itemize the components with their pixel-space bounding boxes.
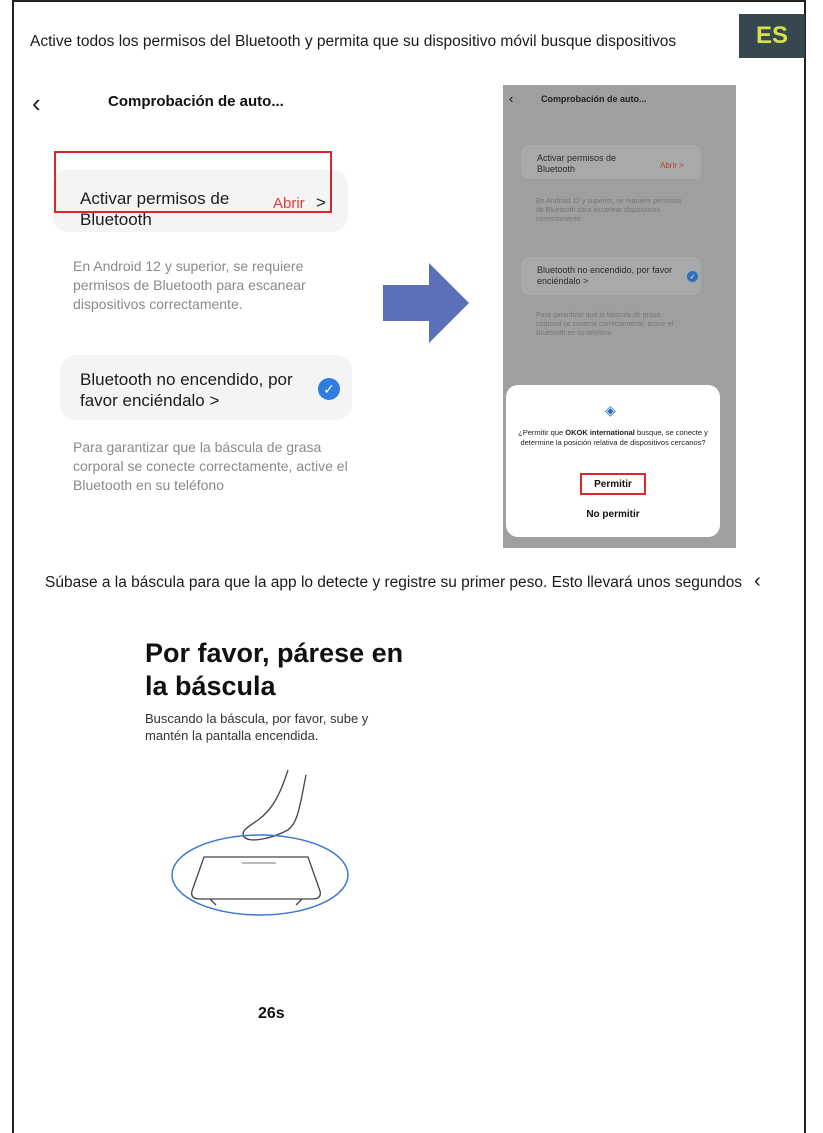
page-subtitle: Buscando la báscula, por favor, sube y m…	[145, 711, 369, 743]
back-chevron-icon[interactable]: ‹	[32, 88, 41, 119]
bluetooth-note: Para garantizar que la báscula de grasa …	[73, 439, 348, 493]
back-chevron-icon[interactable]: ‹	[754, 570, 761, 592]
dialog-text: ¿Permitir que OKOK international busque,…	[518, 428, 708, 447]
check-icon: ✓	[687, 271, 698, 282]
permission-note: En Android 12 y superior, se requiere pe…	[73, 258, 306, 312]
phone-permission-label: Activar permisos de Bluetooth	[537, 153, 617, 174]
language-badge: ES	[739, 14, 805, 58]
bluetooth-off-label: Bluetooth no encendido, por favor encién…	[80, 370, 293, 410]
nearby-devices-icon: ◈	[605, 402, 616, 418]
phone-permission-note: En Android 12 y superior, se requiere pe…	[536, 198, 682, 223]
check-icon: ✓	[318, 378, 340, 400]
deny-button[interactable]: No permitir	[506, 509, 720, 520]
phone-title: Comprobación de auto...	[541, 94, 647, 104]
permission-dialog: ◈ ¿Permitir que OKOK international busqu…	[506, 385, 720, 537]
scale-illustration	[171, 769, 349, 916]
screen-title: Comprobación de auto...	[108, 93, 284, 110]
step2-instruction: Súbase a la báscula para que la app lo d…	[45, 570, 761, 592]
phone-bluetooth-label: Bluetooth no encendido, por favor encién…	[537, 265, 673, 286]
highlight-box	[54, 151, 332, 213]
allow-button[interactable]: Permitir	[580, 473, 646, 495]
back-chevron-icon[interactable]: ‹	[509, 91, 513, 106]
page-title: Por favor, párese en la báscula	[145, 638, 404, 701]
countdown-timer: 26s	[258, 1005, 285, 1022]
phone-screenshot: ‹ Comprobación de auto... Activar permis…	[503, 85, 736, 548]
phone-bluetooth-note: Para garantizar que la báscula de grasa …	[536, 312, 674, 337]
phone-open-link[interactable]: Abrir >	[660, 161, 684, 170]
step1-instruction: Active todos los permisos del Bluetooth …	[30, 33, 677, 50]
arrow-right-icon	[383, 263, 469, 343]
